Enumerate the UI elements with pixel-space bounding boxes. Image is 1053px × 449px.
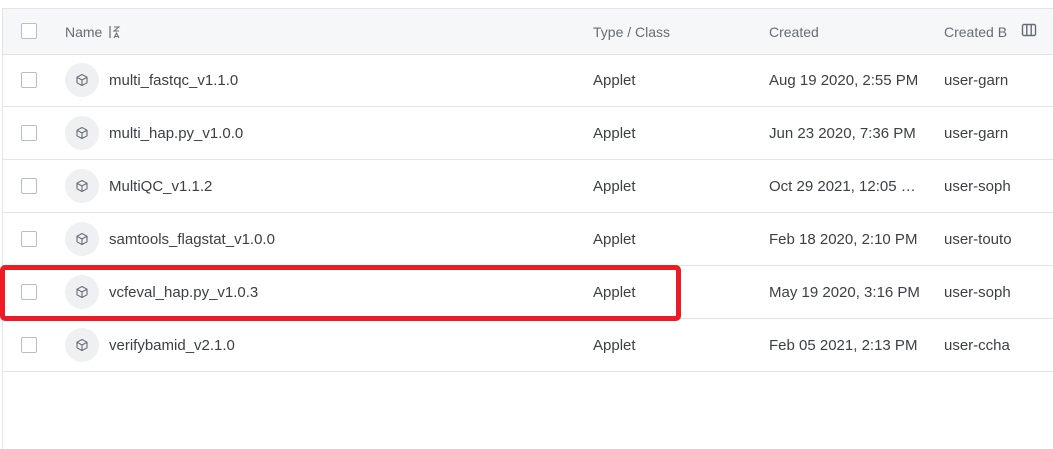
name-cell[interactable]: vcfeval_hap.py_v1.0.3 bbox=[65, 266, 258, 318]
file-name[interactable]: samtools_flagstat_v1.0.0 bbox=[109, 231, 275, 248]
created-cell: Feb 18 2020, 2:10 PM bbox=[769, 230, 918, 248]
name-column-header[interactable]: Name bbox=[65, 9, 122, 54]
row-checkbox[interactable] bbox=[21, 72, 37, 88]
name-cell[interactable]: multi_hap.py_v1.0.0 bbox=[65, 107, 243, 159]
type-cell: Applet bbox=[593, 283, 636, 301]
created-cell: Oct 29 2021, 12:05 … bbox=[769, 177, 916, 195]
name-header-label: Name bbox=[65, 23, 103, 40]
created-by-cell: user-soph bbox=[944, 177, 1011, 195]
created-column-header[interactable]: Created bbox=[769, 9, 927, 54]
created-by-column-header[interactable]: Created B bbox=[944, 9, 1010, 54]
row-checkbox[interactable] bbox=[21, 125, 37, 141]
file-name[interactable]: verifybamid_v2.1.0 bbox=[109, 337, 235, 354]
type-header-label: Type / Class bbox=[593, 23, 671, 40]
name-cell[interactable]: verifybamid_v2.1.0 bbox=[65, 319, 235, 371]
name-cell[interactable]: samtools_flagstat_v1.0.0 bbox=[65, 213, 275, 265]
columns-icon[interactable] bbox=[1021, 22, 1037, 41]
created-by-cell: user-garn bbox=[944, 71, 1009, 89]
type-cell: Applet bbox=[593, 71, 636, 89]
row-checkbox[interactable] bbox=[21, 178, 37, 194]
file-name[interactable]: vcfeval_hap.py_v1.0.3 bbox=[109, 284, 258, 301]
created-cell: Feb 05 2021, 2:13 PM bbox=[769, 336, 918, 354]
table-row[interactable]: MultiQC_v1.1.2 Applet Oct 29 2021, 12:05… bbox=[3, 160, 1053, 213]
cube-icon bbox=[65, 63, 99, 97]
cube-icon bbox=[65, 222, 99, 256]
file-table: Name Type / Class Created Created B mult… bbox=[2, 8, 1053, 449]
created-by-cell: user-soph bbox=[944, 283, 1011, 301]
created-by-cell: user-ccha bbox=[944, 336, 1010, 354]
created-cell: Jun 23 2020, 7:36 PM bbox=[769, 124, 916, 142]
table-row[interactable]: verifybamid_v2.1.0 Applet Feb 05 2021, 2… bbox=[3, 319, 1053, 372]
select-all-checkbox[interactable] bbox=[21, 23, 37, 39]
row-checkbox[interactable] bbox=[21, 337, 37, 353]
type-column-header[interactable]: Type / Class bbox=[593, 9, 753, 54]
type-cell: Applet bbox=[593, 230, 636, 248]
created-by-cell: user-garn bbox=[944, 124, 1009, 142]
name-cell[interactable]: MultiQC_v1.1.2 bbox=[65, 160, 212, 212]
table-header: Name Type / Class Created Created B bbox=[3, 9, 1053, 55]
type-cell: Applet bbox=[593, 124, 636, 142]
type-cell: Applet bbox=[593, 177, 636, 195]
file-name[interactable]: multi_fastqc_v1.1.0 bbox=[109, 72, 238, 89]
table-row[interactable]: multi_fastqc_v1.1.0 Applet Aug 19 2020, … bbox=[3, 54, 1053, 107]
created-header-label: Created bbox=[769, 23, 819, 40]
created-cell: Aug 19 2020, 2:55 PM bbox=[769, 71, 919, 89]
row-checkbox[interactable] bbox=[21, 231, 37, 247]
cube-icon bbox=[65, 328, 99, 362]
created-cell: May 19 2020, 3:16 PM bbox=[769, 283, 920, 301]
row-checkbox[interactable] bbox=[21, 284, 37, 300]
file-name[interactable]: MultiQC_v1.1.2 bbox=[109, 178, 212, 195]
cube-icon bbox=[65, 275, 99, 309]
table-row[interactable]: vcfeval_hap.py_v1.0.3 Applet May 19 2020… bbox=[3, 266, 1053, 319]
cube-icon bbox=[65, 116, 99, 150]
type-cell: Applet bbox=[593, 336, 636, 354]
file-name[interactable]: multi_hap.py_v1.0.0 bbox=[109, 125, 243, 142]
created-by-cell: user-touto bbox=[944, 230, 1012, 248]
table-row[interactable]: samtools_flagstat_v1.0.0 Applet Feb 18 2… bbox=[3, 213, 1053, 266]
created-by-header-label: Created B bbox=[944, 23, 1008, 40]
cube-icon bbox=[65, 169, 99, 203]
table-row[interactable]: multi_hap.py_v1.0.0 Applet Jun 23 2020, … bbox=[3, 107, 1053, 160]
sort-icon[interactable] bbox=[108, 25, 122, 39]
name-cell[interactable]: multi_fastqc_v1.1.0 bbox=[65, 54, 238, 106]
